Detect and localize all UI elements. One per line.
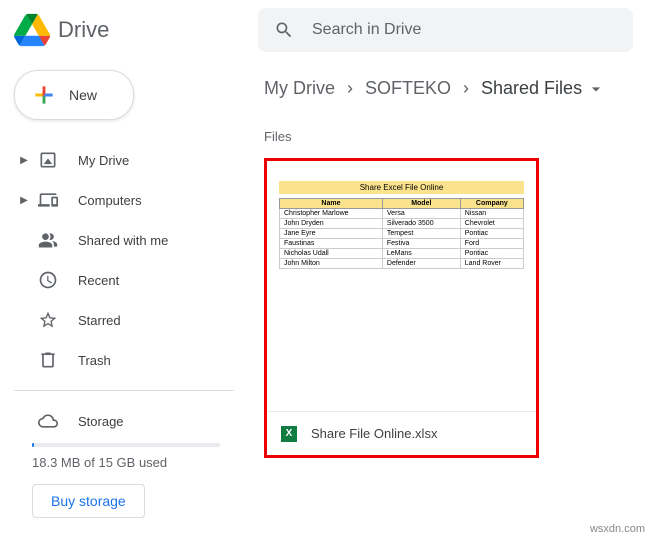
sidebar-item-label: My Drive [78,153,129,168]
breadcrumb-current[interactable]: Shared Files [481,78,606,99]
thumb-table: NameModelCompany Christopher MarloweVers… [279,198,524,269]
search-input[interactable] [312,21,633,39]
sidebar-item-trash[interactable]: Trash [14,340,234,380]
logo-area[interactable]: Drive [14,12,258,48]
file-footer: X Share File Online.xlsx [267,411,536,455]
storage-label: Storage [78,414,124,429]
watermark: wsxdn.com [590,523,645,535]
excel-icon: X [281,426,297,442]
chevron-right-icon: › [463,78,469,99]
sidebar-item-label: Shared with me [78,233,168,248]
sidebar-item-recent[interactable]: Recent [14,260,234,300]
plus-icon [31,82,57,108]
nav-list: ▶ My Drive ▶ Computers Shared with me Re… [14,140,234,380]
storage-usage-text: 18.3 MB of 15 GB used [32,455,234,470]
sidebar-item-computers[interactable]: ▶ Computers [14,180,234,220]
breadcrumb: My Drive › SOFTEKO › Shared Files [264,78,633,99]
new-button[interactable]: New [14,70,134,120]
star-icon [36,308,60,332]
shared-icon [36,228,60,252]
breadcrumb-mydrive[interactable]: My Drive [264,78,335,99]
sidebar-item-label: Recent [78,273,119,288]
sidebar-item-storage[interactable]: Storage [14,401,234,441]
thumb-title: Share Excel File Online [279,181,524,194]
chevron-right-icon: ▶ [18,195,30,206]
chevron-right-icon: ▶ [18,155,30,166]
file-card[interactable]: Share Excel File Online NameModelCompany… [264,158,539,458]
file-name: Share File Online.xlsx [311,426,437,441]
chevron-down-icon [586,79,606,99]
search-bar[interactable] [258,8,633,52]
search-icon [274,20,294,40]
breadcrumb-current-label: Shared Files [481,78,582,99]
sidebar-item-starred[interactable]: Starred [14,300,234,340]
sidebar-item-shared[interactable]: Shared with me [14,220,234,260]
divider [14,390,234,391]
new-button-label: New [69,87,97,103]
header: Drive [0,0,653,60]
section-label: Files [264,129,633,144]
breadcrumb-softeko[interactable]: SOFTEKO [365,78,451,99]
main-content: My Drive › SOFTEKO › Shared Files Files … [244,60,653,518]
recent-icon [36,268,60,292]
sidebar-item-label: Computers [78,193,142,208]
buy-storage-button[interactable]: Buy storage [32,484,145,518]
sidebar: New ▶ My Drive ▶ Computers Shared with m… [0,60,244,518]
drive-logo-icon [14,12,50,48]
mydrive-icon [36,148,60,172]
app-name: Drive [58,17,109,43]
sidebar-item-label: Starred [78,313,121,328]
sidebar-item-mydrive[interactable]: ▶ My Drive [14,140,234,180]
file-thumbnail: Share Excel File Online NameModelCompany… [267,161,536,269]
cloud-icon [36,409,60,433]
trash-icon [36,348,60,372]
sidebar-item-label: Trash [78,353,111,368]
computers-icon [36,188,60,212]
chevron-right-icon: › [347,78,353,99]
storage-progress [32,443,220,447]
